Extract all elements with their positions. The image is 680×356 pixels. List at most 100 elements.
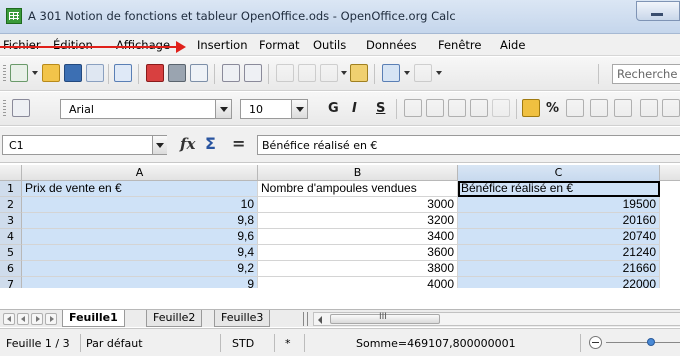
add-decimal-icon[interactable] (590, 99, 608, 117)
align-left-icon[interactable] (404, 99, 422, 117)
edit-mode-icon[interactable] (114, 64, 132, 82)
cut-icon[interactable] (276, 64, 294, 82)
sum-icon[interactable]: Σ (205, 134, 216, 153)
function-icon[interactable]: = (232, 134, 245, 153)
print-icon[interactable] (168, 64, 186, 82)
font-size-select[interactable]: 10 (240, 99, 308, 119)
cell-b5[interactable]: 3600 (258, 245, 458, 261)
cell-c7[interactable]: 22000 (458, 277, 660, 288)
toolbar-grip[interactable] (3, 65, 6, 83)
scroll-thumb[interactable]: III (330, 312, 440, 324)
paste-icon[interactable] (320, 64, 338, 82)
name-box[interactable]: C1 (2, 135, 167, 155)
menu-edition[interactable]: Édition (53, 38, 93, 52)
new-document-icon[interactable] (10, 64, 28, 82)
menu-donnees[interactable]: Données (366, 38, 417, 52)
percent-button[interactable]: % (546, 101, 559, 116)
formula-input[interactable]: Bénéfice réalisé en € (257, 135, 680, 155)
bold-button[interactable]: G (328, 101, 339, 116)
scroll-left-icon[interactable] (318, 316, 322, 324)
cell-b6[interactable]: 3800 (258, 261, 458, 277)
status-mode[interactable]: STD (232, 337, 254, 350)
last-sheet-icon[interactable] (45, 313, 57, 325)
cell-a4[interactable]: 9,6 (22, 229, 258, 245)
column-header-b[interactable]: B (258, 165, 458, 181)
tab-splitter[interactable] (303, 312, 308, 326)
row-header[interactable]: 2 (0, 197, 22, 213)
menu-fenetre[interactable]: Fenêtre (438, 38, 481, 52)
undo-icon[interactable] (382, 64, 400, 82)
open-folder-icon[interactable] (42, 64, 60, 82)
spellcheck-icon[interactable] (222, 64, 240, 82)
justify-icon[interactable] (470, 99, 488, 117)
cell-b4[interactable]: 3400 (258, 229, 458, 245)
previous-sheet-icon[interactable] (17, 313, 29, 325)
font-name-select[interactable]: Arial (60, 99, 232, 119)
column-header-a[interactable]: A (22, 165, 258, 181)
chevron-down-icon[interactable] (404, 71, 410, 75)
chevron-down-icon[interactable] (32, 71, 38, 75)
cell-c4[interactable]: 20740 (458, 229, 660, 245)
row-header[interactable]: 1 (0, 181, 22, 197)
menu-insertion[interactable]: Insertion (197, 38, 248, 52)
chevron-down-icon[interactable] (215, 100, 231, 118)
cell-a2[interactable]: 10 (22, 197, 258, 213)
cell-c1[interactable]: Bénéfice réalisé en € (458, 181, 660, 197)
column-header-c[interactable]: C (458, 165, 660, 181)
export-pdf-icon[interactable] (146, 64, 164, 82)
cell-a1[interactable]: Prix de vente en € (22, 181, 258, 197)
tab-feuille3[interactable]: Feuille3 (214, 310, 271, 327)
next-sheet-icon[interactable] (31, 313, 43, 325)
remove-decimal-icon[interactable] (614, 99, 632, 117)
menu-affichage[interactable]: Affichage (116, 38, 170, 52)
currency-icon[interactable] (522, 99, 540, 117)
menu-aide[interactable]: Aide (500, 38, 525, 52)
cell-a3[interactable]: 9,8 (22, 213, 258, 229)
row-header[interactable]: 3 (0, 213, 22, 229)
cell-c5[interactable]: 21240 (458, 245, 660, 261)
align-right-icon[interactable] (448, 99, 466, 117)
row-header[interactable]: 4 (0, 229, 22, 245)
align-center-icon[interactable] (426, 99, 444, 117)
status-style[interactable]: Par défaut (86, 337, 143, 350)
select-all-corner[interactable] (0, 165, 22, 181)
cell-b2[interactable]: 3000 (258, 197, 458, 213)
cell-c3[interactable]: 20160 (458, 213, 660, 229)
underline-button[interactable]: S (376, 101, 385, 116)
increase-indent-icon[interactable] (662, 99, 680, 117)
row-header[interactable]: 6 (0, 261, 22, 277)
clone-formatting-icon[interactable] (350, 64, 368, 82)
merge-cells-icon[interactable] (492, 99, 510, 117)
cell-c2[interactable]: 19500 (458, 197, 660, 213)
chevron-down-icon[interactable] (436, 71, 442, 75)
function-wizard-icon[interactable]: fx (180, 135, 195, 153)
copy-icon[interactable] (298, 64, 316, 82)
chevron-down-icon[interactable] (291, 100, 307, 118)
row-header[interactable]: 7 (0, 277, 22, 288)
styles-icon[interactable] (12, 99, 30, 117)
horizontal-scrollbar[interactable]: III (313, 312, 680, 326)
menu-outils[interactable]: Outils (313, 38, 346, 52)
italic-button[interactable]: I (352, 101, 357, 116)
tab-feuille2[interactable]: Feuille2 (146, 310, 203, 327)
cell-b3[interactable]: 3200 (258, 213, 458, 229)
minimize-button[interactable] (636, 1, 680, 21)
search-input[interactable]: Recherche (612, 64, 680, 84)
email-icon[interactable] (86, 64, 104, 82)
cell-b7[interactable]: 4000 (258, 277, 458, 288)
menu-fichier[interactable]: Fichier (3, 38, 41, 52)
cell-a7[interactable]: 9 (22, 277, 258, 288)
tab-feuille1[interactable]: Feuille1 (62, 310, 125, 327)
cell-a5[interactable]: 9,4 (22, 245, 258, 261)
redo-icon[interactable] (414, 64, 432, 82)
menu-format[interactable]: Format (259, 38, 300, 52)
standard-format-icon[interactable] (566, 99, 584, 117)
zoom-out-icon[interactable] (589, 336, 602, 349)
zoom-slider[interactable] (606, 342, 680, 343)
decrease-indent-icon[interactable] (640, 99, 658, 117)
row-header[interactable]: 5 (0, 245, 22, 261)
print-preview-icon[interactable] (190, 64, 208, 82)
cell-c6[interactable]: 21660 (458, 261, 660, 277)
cell-b1[interactable]: Nombre d'ampoules vendues (258, 181, 458, 197)
zoom-slider-handle[interactable] (647, 338, 655, 346)
